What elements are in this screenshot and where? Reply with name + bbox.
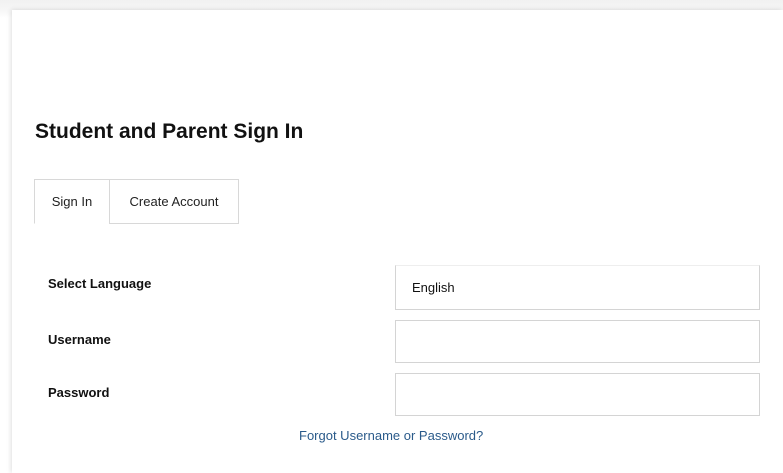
sign-in-panel: Student and Parent Sign In Sign In Creat…: [12, 10, 783, 473]
language-select[interactable]: English: [395, 265, 760, 310]
username-label: Username: [48, 332, 111, 347]
tab-create-account[interactable]: Create Account: [109, 179, 239, 224]
password-input[interactable]: [395, 373, 760, 416]
sign-in-tabs: Sign In Create Account: [34, 179, 239, 224]
tab-sign-in[interactable]: Sign In: [34, 179, 110, 224]
forgot-credentials-link[interactable]: Forgot Username or Password?: [299, 428, 483, 443]
language-label: Select Language: [48, 276, 152, 291]
password-label: Password: [48, 385, 110, 400]
username-input[interactable]: [395, 320, 760, 363]
page-title: Student and Parent Sign In: [35, 120, 304, 143]
page-background: Student and Parent Sign In Sign In Creat…: [0, 0, 783, 473]
